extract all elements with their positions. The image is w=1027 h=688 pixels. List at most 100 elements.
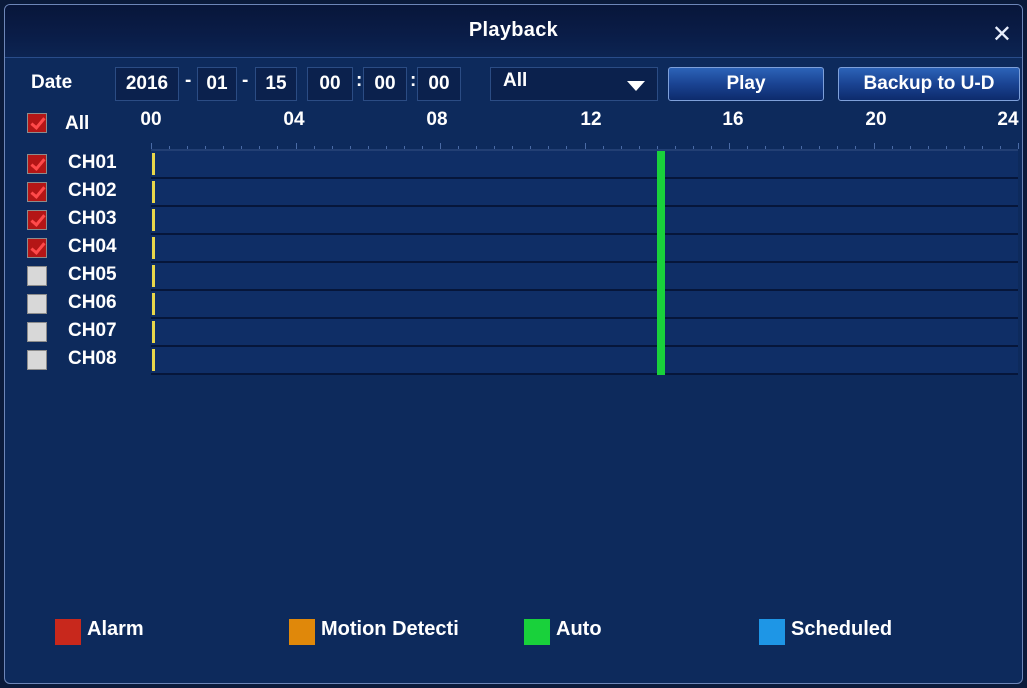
search-bar: Date 2016 - 01 - 15 00 : 00 : 00 All Pla… [5, 67, 1022, 103]
legend-label: Scheduled [791, 618, 893, 640]
record-start-marker [152, 237, 155, 259]
second-field[interactable]: 00 [417, 67, 461, 101]
channel-checkbox[interactable] [27, 154, 47, 174]
ruler-tick [241, 146, 243, 149]
legend-label: Motion Detecti [321, 618, 459, 640]
alarm-swatch [55, 619, 81, 645]
date-separator: - [185, 70, 192, 91]
record-start-marker [152, 349, 155, 371]
auto-record-segment [656, 291, 665, 319]
channel-checkbox[interactable] [27, 210, 47, 230]
ruler-tick [349, 146, 351, 149]
minute-field[interactable]: 00 [363, 67, 407, 101]
legend: Alarm Motion Detecti Auto Scheduled [5, 615, 1022, 647]
time-axis: 00 04 08 12 16 20 24 [5, 109, 1022, 153]
channel-timeline[interactable] [151, 235, 1018, 263]
channel-label: CH06 [68, 292, 117, 313]
ruler-tick [494, 146, 496, 149]
auto-record-segment [656, 319, 665, 347]
auto-swatch [524, 619, 550, 645]
close-icon[interactable]: ✕ [992, 23, 1012, 47]
legend-label: Alarm [87, 618, 144, 640]
ruler-tick [295, 143, 297, 149]
ruler-tick [223, 146, 225, 149]
channel-row: CH04 [5, 235, 1022, 263]
channel-label: CH02 [68, 180, 117, 201]
ruler-tick [783, 146, 785, 149]
ruler-tick [277, 146, 279, 149]
ruler-tick [945, 146, 947, 149]
ruler-tick [331, 146, 333, 149]
record-start-marker [152, 321, 155, 343]
backup-button[interactable]: Backup to U-D [838, 67, 1020, 101]
auto-record-segment [656, 347, 665, 375]
ruler-tick [656, 146, 658, 149]
record-start-marker [152, 181, 155, 203]
ruler-tick [566, 146, 568, 149]
ruler-tick [403, 146, 405, 149]
channel-label: CH04 [68, 236, 117, 257]
ruler-tick [512, 146, 514, 149]
channel-timeline[interactable] [151, 179, 1018, 207]
time-tick-label: 16 [722, 109, 744, 130]
channel-checkbox[interactable] [27, 294, 47, 314]
ruler-tick [602, 146, 604, 149]
ruler-tick [313, 146, 315, 149]
ruler-tick [458, 146, 460, 149]
channel-row: CH05 [5, 263, 1022, 291]
ruler-tick [692, 146, 694, 149]
channel-checkbox[interactable] [27, 322, 47, 342]
ruler-tick [169, 146, 171, 149]
ruler-tick [151, 143, 152, 149]
auto-record-segment [656, 207, 665, 235]
channel-timeline[interactable] [151, 319, 1018, 347]
channel-row: CH06 [5, 291, 1022, 319]
record-start-marker [152, 153, 155, 175]
hour-field[interactable]: 00 [307, 67, 353, 101]
ruler-tick [638, 146, 640, 149]
date-label: Date [31, 72, 73, 93]
channel-checkbox[interactable] [27, 182, 47, 202]
channel-timeline[interactable] [151, 207, 1018, 235]
ruler-tick [873, 143, 875, 149]
ruler-tick [674, 146, 676, 149]
channel-timeline[interactable] [151, 263, 1018, 291]
ruler-tick [259, 146, 261, 149]
time-tick-label: 04 [283, 109, 305, 130]
play-button[interactable]: Play [668, 67, 824, 101]
channel-row: CH01 [5, 151, 1022, 179]
ruler-tick [765, 146, 767, 149]
record-start-marker [152, 265, 155, 287]
ruler-tick [747, 146, 749, 149]
ruler-tick [584, 143, 586, 149]
day-field[interactable]: 15 [255, 67, 297, 101]
channel-timeline[interactable] [151, 151, 1018, 179]
ruler-tick [440, 143, 441, 149]
time-separator: : [356, 70, 363, 91]
channel-label: CH07 [68, 320, 117, 341]
channel-checkbox[interactable] [27, 238, 47, 258]
time-separator: : [410, 70, 417, 91]
scheduled-swatch [759, 619, 785, 645]
record-type-value: All [503, 70, 528, 91]
record-type-select[interactable]: All [490, 67, 658, 101]
channel-timeline[interactable] [151, 347, 1018, 375]
ruler-tick [963, 146, 965, 149]
ruler-tick [855, 146, 857, 149]
channel-label: CH01 [68, 152, 117, 173]
channel-checkbox[interactable] [27, 266, 47, 286]
time-tick-label: 08 [426, 109, 448, 130]
time-tick-label: 12 [580, 109, 602, 130]
channel-checkbox[interactable] [27, 350, 47, 370]
month-field[interactable]: 01 [197, 67, 237, 101]
motion-swatch [289, 619, 315, 645]
year-field[interactable]: 2016 [115, 67, 179, 101]
ruler-tick [530, 146, 532, 149]
title-bar: Playback ✕ [5, 5, 1022, 58]
ruler-tick [909, 146, 911, 149]
auto-record-segment [656, 263, 665, 291]
ruler-tick [981, 146, 983, 149]
channel-timeline[interactable] [151, 291, 1018, 319]
ruler-tick [837, 146, 839, 149]
time-tick-label: 20 [865, 109, 887, 130]
